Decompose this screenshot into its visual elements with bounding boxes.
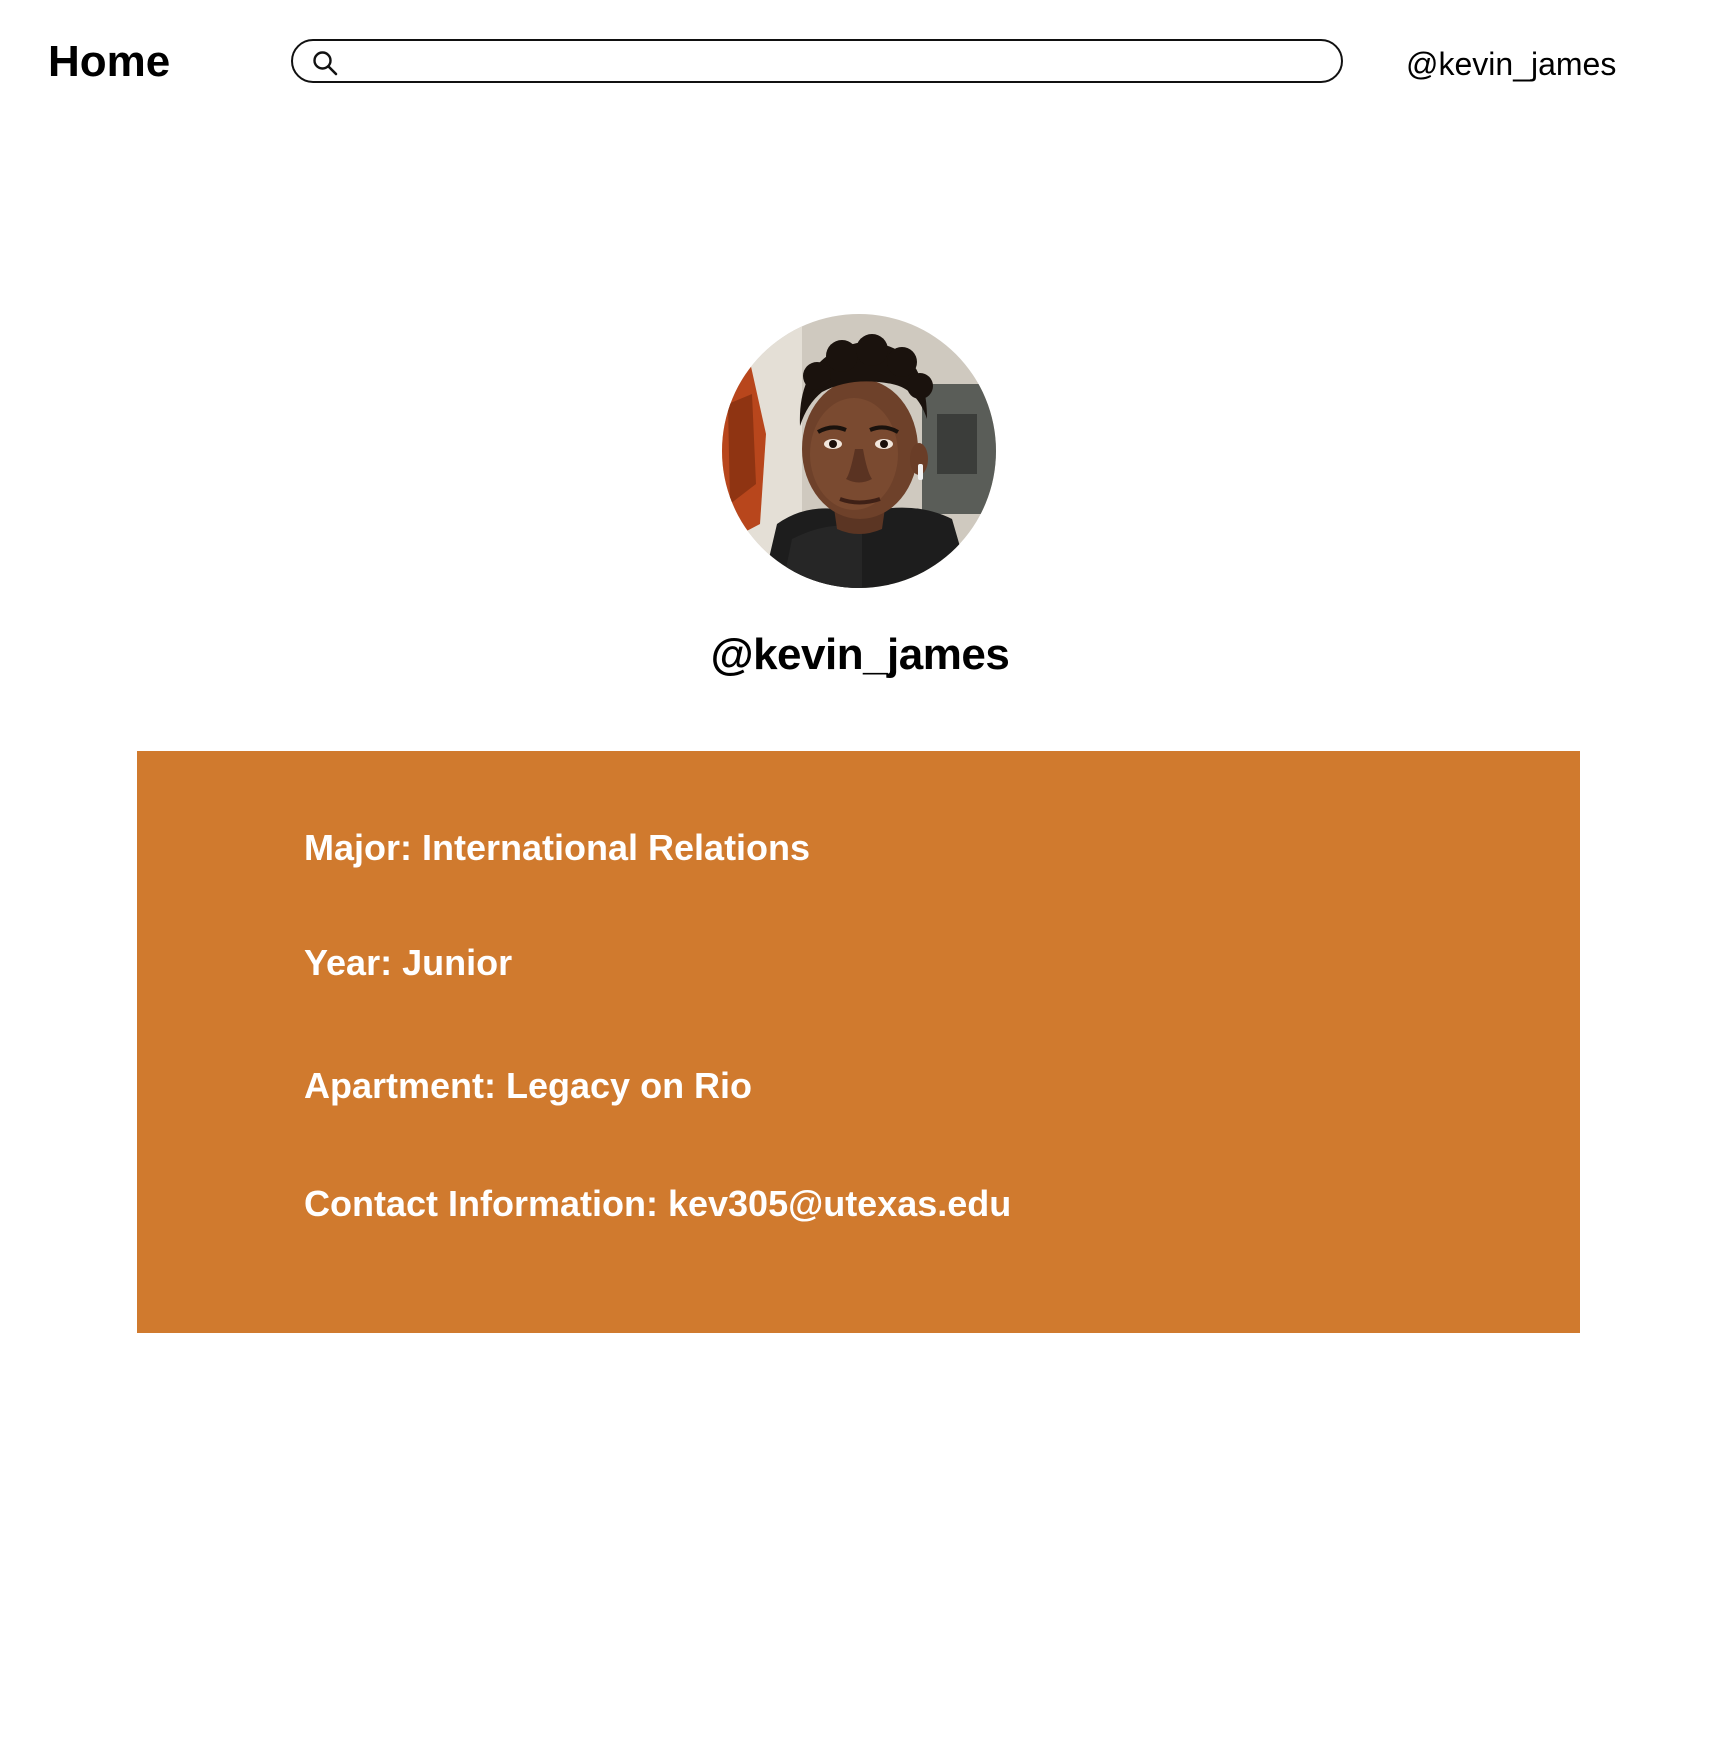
major-field: Major: International Relations — [304, 827, 811, 868]
search-bar[interactable] — [291, 39, 1343, 83]
apartment-field: Apartment: Legacy on Rio — [304, 1065, 753, 1106]
profile-info-panel: Major: International Relations Year: Jun… — [137, 751, 1580, 1333]
header-user-handle[interactable]: @kevin_james — [1406, 44, 1616, 84]
search-input[interactable] — [351, 45, 1325, 79]
home-link[interactable]: Home — [48, 34, 170, 90]
avatar — [722, 314, 996, 588]
year-field: Year: Junior — [304, 942, 513, 983]
contact-field: Contact Information: kev305@utexas.edu — [304, 1183, 1012, 1224]
search-icon — [311, 49, 339, 77]
profile-username: @kevin_james — [710, 630, 1010, 679]
profile-photo — [722, 314, 996, 588]
